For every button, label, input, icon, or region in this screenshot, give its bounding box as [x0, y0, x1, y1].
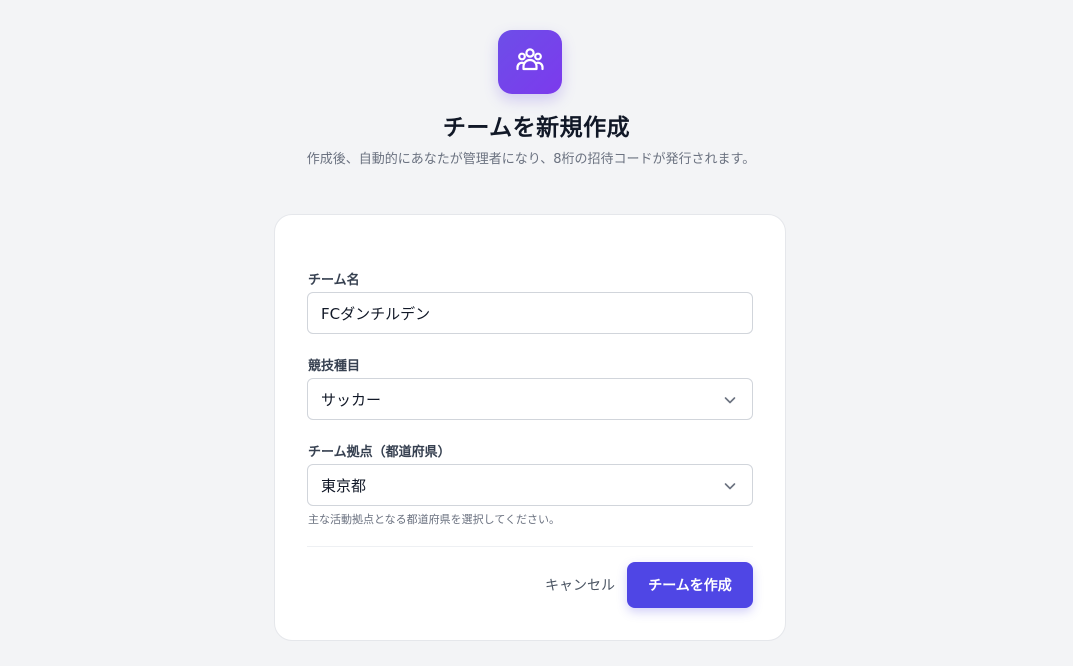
- sport-selected-value: サッカー: [321, 390, 382, 409]
- prefecture-select[interactable]: 東京都: [307, 464, 753, 506]
- create-team-page: チームを新規作成 作成後、自動的にあなたが管理者になり、8桁の招待コードが発行さ…: [0, 0, 1073, 666]
- create-team-form: チーム名 FCダンチルデン 競技種目 サッカー チーム拠点（都道府県） 東京都 …: [274, 214, 786, 641]
- page-title: チームを新規作成: [442, 115, 631, 141]
- page-subtitle: 作成後、自動的にあなたが管理者になり、8桁の招待コードが発行されます。: [306, 152, 756, 167]
- sport-label: 競技種目: [308, 359, 361, 374]
- team-logo-tile: [498, 30, 562, 94]
- prefecture-hint: 主な活動拠点となる都道府県を選択してください。: [308, 513, 561, 526]
- cancel-button[interactable]: キャンセル: [545, 575, 615, 595]
- team-name-value: FCダンチルデン: [321, 304, 431, 323]
- team-name-label: チーム名: [308, 273, 360, 288]
- chevron-down-icon: [722, 478, 738, 494]
- prefecture-selected-value: 東京都: [321, 476, 367, 495]
- prefecture-label: チーム拠点（都道府県）: [308, 445, 451, 460]
- form-divider: [307, 546, 753, 547]
- sport-select[interactable]: サッカー: [307, 378, 753, 420]
- team-name-input[interactable]: FCダンチルデン: [307, 292, 753, 334]
- create-team-button[interactable]: チームを作成: [627, 562, 753, 608]
- chevron-down-icon: [722, 392, 738, 408]
- team-users-icon: [514, 44, 546, 80]
